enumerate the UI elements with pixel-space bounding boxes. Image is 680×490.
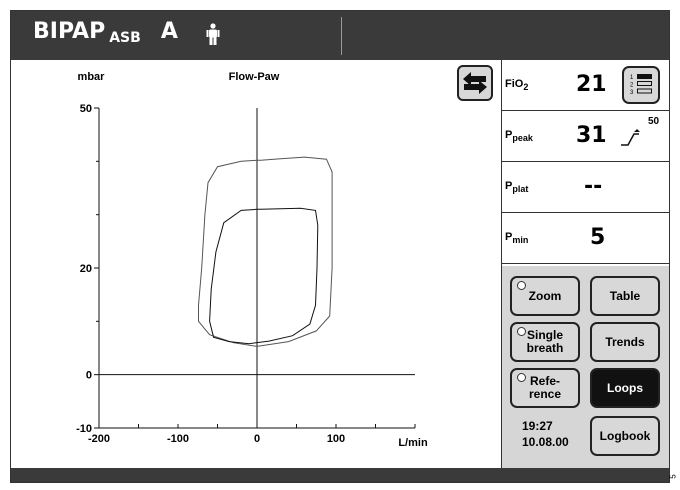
reference-button[interactable]: Refe- rence [510,368,580,408]
clock-date: 10.08.00 [522,435,569,449]
single-breath-button-label: Single breath [526,328,564,355]
zoom-button-label: Zoom [528,288,562,303]
svg-text:1: 1 [630,75,634,81]
mode-label: BIPAP [33,19,106,44]
trends-button-label: Trends [605,334,645,349]
chart-title: Flow-Paw [229,71,280,83]
flow-paw-loop-chart: mbar Flow-Paw L/min 50200-10-200 -100 0 100 [76,71,428,449]
status-bar [11,468,669,482]
svg-text:3: 3 [630,90,634,96]
single-breath-indicator-led [517,327,526,336]
loops-button-label: Loops [607,380,643,395]
x-axis-unit-label: L/min [398,437,428,449]
zoom-button[interactable]: Zoom [510,276,580,316]
pplat-value: -- [584,174,603,199]
mode-sub-label: ASB [109,30,141,46]
ppeak-value: 31 [576,123,607,148]
fio2-value: 21 [576,72,607,97]
svg-text:2: 2 [630,83,634,89]
x-tick-label: -200 [88,433,110,445]
loops-button[interactable]: Loops [590,368,660,408]
table-button[interactable]: Table [590,276,660,316]
reference-button-label: Refe- rence [528,374,562,401]
ppeak-label: Ppeak [505,129,533,144]
logbook-button-label: Logbook [599,428,651,443]
flow-pressure-loop-panel: mbar Flow-Paw L/min 50 20 0 -10 -200 -100 0 100 [11,60,501,468]
patient-mode-label: A [160,19,178,44]
parameter-list-button[interactable]: 1 2 3 [622,66,660,104]
x-tick-label: 0 [254,433,260,445]
trends-button[interactable]: Trends [590,322,660,362]
clock-display: 19:27 10.08.00 [522,418,569,450]
x-tick-label: -100 [167,433,189,445]
y-axis-unit-label: mbar [78,71,106,83]
reference-indicator-led [517,373,526,382]
function-button-area: Zoom Table Single breath Trends Refe- re… [502,266,669,468]
logbook-button[interactable]: Logbook [590,416,660,456]
clock-time: 19:27 [522,419,553,433]
swap-view-button[interactable] [457,65,493,101]
pmin-value: 5 [590,225,606,250]
table-button-label: Table [609,288,641,303]
figure-side-number: 5 [668,474,678,479]
y-tick-label: 0 [86,370,92,382]
header-divider [341,17,342,55]
single-breath-button[interactable]: Single breath [510,322,580,362]
pplat-parameter[interactable]: Pplat -- [502,162,669,213]
parameter-panel: FiO2 21 1 2 3 Ppeak 31 50 Pplat -- Pmin … [501,60,669,468]
mode-header-bar: BIPAP ASB A [11,11,669,60]
ppeak-limit-value: 50 [648,116,660,127]
inner-loop-curve [209,207,319,345]
ventilator-screen: BIPAP ASB A mbar Flow-Paw L/min 50 20 0 -10 -2… [10,10,670,483]
ppeak-parameter[interactable]: Ppeak 31 50 [502,111,669,162]
pplat-label: Pplat [505,180,529,195]
zoom-indicator-led [517,281,526,290]
numbered-list-icon: 1 2 3 [630,74,652,96]
y-tick-label: 50 [80,103,92,115]
adult-patient-icon [206,23,220,45]
fio2-label: FiO2 [505,78,529,93]
swap-arrows-icon [463,72,487,94]
pmin-parameter[interactable]: Pmin 5 [502,213,669,264]
x-tick-label: 100 [327,433,345,445]
pressure-limit-icon [621,129,640,146]
fio2-parameter[interactable]: FiO2 21 1 2 3 [502,60,669,111]
y-tick-label: 20 [80,263,92,275]
pmin-label: Pmin [505,231,529,246]
ventilation-mode[interactable]: BIPAP ASB A [33,19,178,46]
